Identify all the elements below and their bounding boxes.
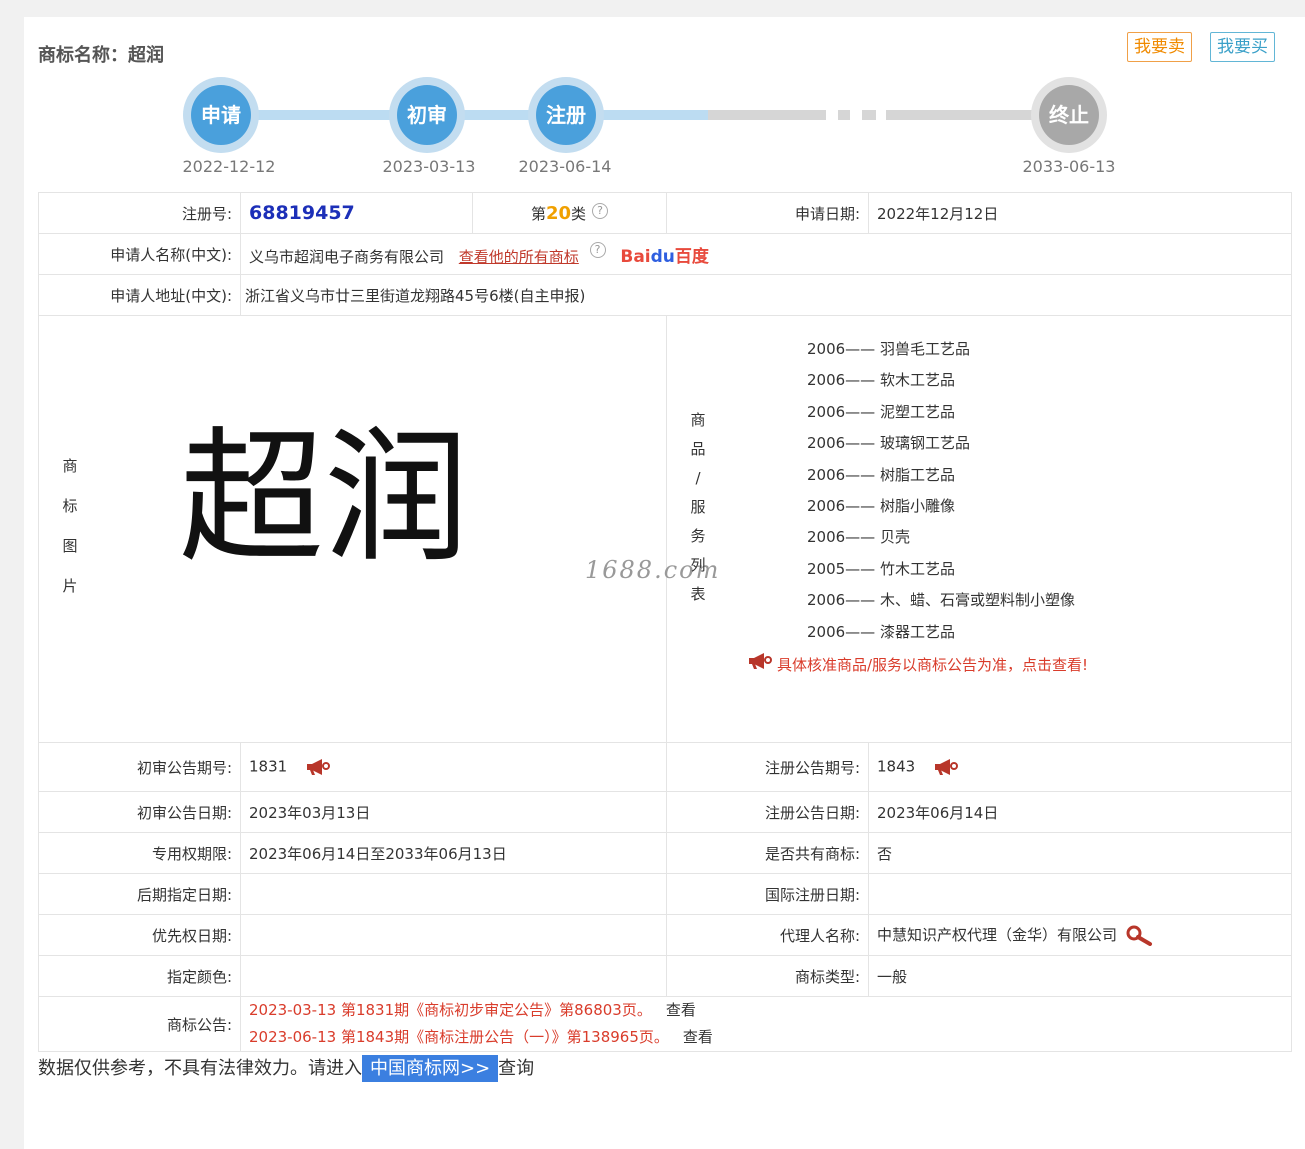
sell-button[interactable]: 我要卖 — [1127, 32, 1192, 62]
timeline-date-prelim: 2023-03-13 — [382, 157, 476, 176]
later-date-value — [240, 873, 667, 915]
cn-trademark-link[interactable]: 中国商标网>> — [362, 1055, 499, 1082]
term-label: 专用权期限: — [38, 832, 241, 874]
table-row: 后期指定日期: 国际注册日期: — [38, 873, 1292, 915]
apply-date-value: 2022年12月12日 — [868, 192, 1292, 234]
timeline-step-terminate: 终止 — [1031, 77, 1107, 153]
list-item: 2006—— 羽兽毛工艺品 — [807, 340, 970, 358]
timeline-step-prelim: 初审 — [389, 77, 465, 153]
table-row: 注册号: 68819457 第20类? 申请日期: 2022年12月12日 — [38, 192, 1292, 234]
list-item: 2006—— 玻璃钢工艺品 — [807, 434, 970, 453]
page-title: 商标名称：超润 — [38, 45, 164, 66]
table-row: 专用权期限: 2023年06月14日至2033年06月13日 是否共有商标: 否 — [38, 832, 1292, 874]
table-row: 商标公告: 2023-03-13 第1831期《商标初步审定公告》第86803页… — [38, 996, 1292, 1052]
timeline-step-apply: 申请 — [183, 77, 259, 153]
table-row: 指定颜色: 商标类型: 一般 — [38, 955, 1292, 997]
trademark-image: 超润 — [179, 414, 469, 583]
table-row: 初审公告期号: 1831 注册公告期号: 1843 — [38, 742, 1292, 792]
priority-date-value — [240, 914, 667, 956]
intl-date-label: 国际注册日期: — [666, 873, 869, 915]
prelim-no-label: 初审公告期号: — [38, 742, 241, 792]
view-all-trademarks-link[interactable]: 查看他的所有商标 — [459, 248, 579, 266]
agent-label: 代理人名称: — [666, 914, 869, 956]
status-timeline: 申请 初审 注册 终止 2022-12-12 2023-03-13 2023-0… — [24, 75, 1305, 185]
table-row: 申请人地址(中文): 浙江省义乌市廿三里街道龙翔路45号6楼(自主申报) — [38, 274, 1292, 316]
search-icon[interactable] — [1125, 924, 1157, 947]
list-item: 2023-06-13 第1843期《商标注册公告（一）》第138965页。 查看 — [249, 1028, 713, 1046]
color-label: 指定颜色: — [38, 955, 241, 997]
term-value: 2023年06月14日至2033年06月13日 — [240, 832, 667, 874]
intl-date-value — [868, 873, 1292, 915]
timeline-step-register: 注册 — [528, 77, 604, 153]
table-row: 初审公告日期: 2023年03月13日 注册公告日期: 2023年06月14日 — [38, 791, 1292, 833]
trademark-info-table: 注册号: 68819457 第20类? 申请日期: 2022年12月12日 申请… — [38, 192, 1292, 1052]
reg-pub-no-value: 1843 — [877, 757, 916, 776]
buy-button[interactable]: 我要买 — [1210, 32, 1275, 62]
class-cell: 第20类? — [472, 192, 667, 234]
prelim-date-value: 2023年03月13日 — [240, 791, 667, 833]
reg-pub-date-label: 注册公告日期: — [666, 791, 869, 833]
help-icon[interactable]: ? — [589, 241, 606, 258]
reg-pub-date-value: 2023年06月14日 — [868, 791, 1292, 833]
disclaimer: 数据仅供参考，不具有法律效力。请进入 中国商标网>> 查询 — [38, 1054, 534, 1082]
list-item: 2005—— 竹木工艺品 — [807, 559, 955, 578]
table-row: 优先权日期: 代理人名称: 中慧知识产权代理（金华）有限公司 — [38, 914, 1292, 956]
goods-list: 2006—— 羽兽毛工艺品 2006—— 软木工艺品 2006—— 泥塑工艺品 … — [667, 320, 1291, 675]
timeline-remaining-bar — [708, 110, 826, 120]
megaphone-icon[interactable] — [305, 757, 331, 777]
reg-pub-no-label: 注册公告期号: — [666, 742, 869, 792]
address-label: 申请人地址(中文): — [38, 274, 241, 316]
view-pub-link[interactable]: 查看 — [683, 1028, 713, 1046]
applicant-label: 申请人名称(中文): — [38, 233, 241, 275]
baidu-search-link[interactable]: Baidu百度 — [620, 247, 709, 267]
type-value: 一般 — [868, 955, 1292, 997]
view-pub-link[interactable]: 查看 — [666, 1001, 696, 1019]
image-label: 商 标 图 片 — [62, 457, 78, 595]
list-item: 2006—— 软木工艺品 — [807, 371, 955, 390]
help-icon[interactable]: ? — [592, 202, 609, 219]
list-item: 2006—— 树脂小雕像 — [807, 496, 955, 515]
timeline-date-register: 2023-06-14 — [518, 157, 612, 176]
later-date-label: 后期指定日期: — [38, 873, 241, 915]
address-value: 浙江省义乌市廿三里街道龙翔路45号6楼(自主申报) — [240, 274, 1292, 316]
prelim-date-label: 初审公告日期: — [38, 791, 241, 833]
apply-date-label: 申请日期: — [666, 192, 869, 234]
list-item: 2006—— 木、蜡、石膏或塑料制小塑像 — [807, 591, 1075, 610]
reg-no-value: 68819457 — [249, 202, 355, 224]
list-item: 2006—— 漆器工艺品 — [807, 622, 955, 641]
class-number: 20 — [545, 202, 572, 224]
table-row: 商 标 图 片 超润 1688.com 商 品 / 服 务 列 表 2006——… — [38, 315, 1292, 743]
agent-value: 中慧知识产权代理（金华）有限公司 — [877, 925, 1118, 944]
color-value — [240, 955, 667, 997]
table-row: 申请人名称(中文): 义乌市超润电子商务有限公司 查看他的所有商标 ? Baid… — [38, 233, 1292, 275]
type-label: 商标类型: — [666, 955, 869, 997]
megaphone-icon[interactable] — [933, 757, 959, 777]
baidu-paw-icon: du — [650, 246, 675, 267]
list-item: 2006—— 泥塑工艺品 — [807, 402, 955, 421]
megaphone-icon — [749, 652, 772, 669]
pub-list: 2023-03-13 第1831期《商标初步审定公告》第86803页。 查看 20… — [240, 996, 1292, 1052]
shared-label: 是否共有商标: — [666, 832, 869, 874]
priority-date-label: 优先权日期: — [38, 914, 241, 956]
list-item: 2006—— 树脂工艺品 — [807, 465, 955, 484]
pub-label: 商标公告: — [38, 996, 241, 1052]
timeline-date-apply: 2022-12-12 — [182, 157, 276, 176]
list-item: 2006—— 贝壳 — [807, 528, 910, 547]
applicant-value: 义乌市超润电子商务有限公司 — [249, 247, 445, 266]
trademark-image-cell: 商 标 图 片 超润 — [38, 315, 667, 743]
list-item: 2023-03-13 第1831期《商标初步审定公告》第86803页。 查看 — [249, 1001, 696, 1019]
shared-value: 否 — [868, 832, 1292, 874]
prelim-no-value: 1831 — [249, 757, 288, 776]
reg-no-label: 注册号: — [38, 192, 241, 234]
timeline-date-terminate: 2033-06-13 — [1022, 157, 1116, 176]
goods-cell: 1688.com 商 品 / 服 务 列 表 2006—— 羽兽毛工艺品 200… — [585, 315, 1292, 743]
trademark-card: 商标名称：超润 我要卖 我要买 申请 初审 注册 终止 2022-12-12 2… — [24, 17, 1305, 1149]
goods-notice-link[interactable]: 具体核准商品/服务以商标公告为准，点击查看! — [747, 652, 1291, 675]
